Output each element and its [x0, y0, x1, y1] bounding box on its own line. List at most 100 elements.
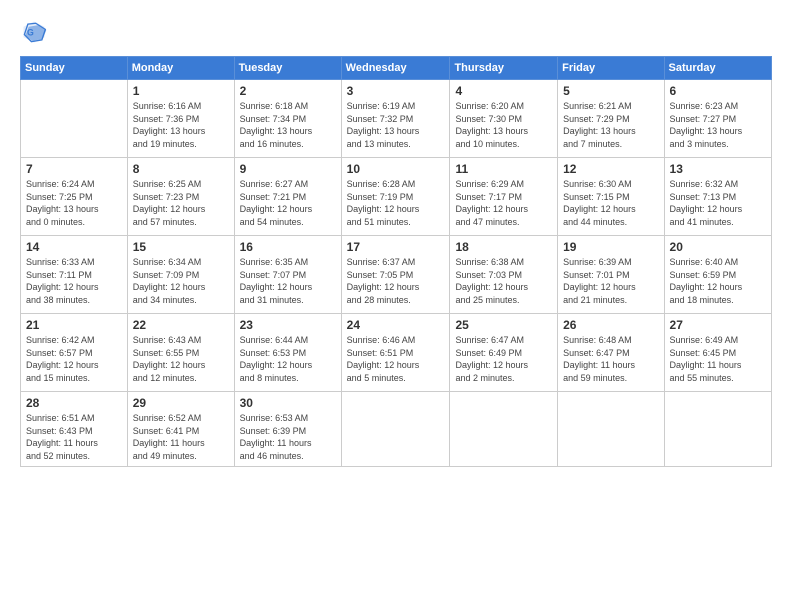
day-info: Sunrise: 6:28 AM Sunset: 7:19 PM Dayligh… [347, 178, 445, 228]
day-cell: 13 Sunrise: 6:32 AM Sunset: 7:13 PM Dayli… [664, 158, 771, 236]
day-info: Sunrise: 6:40 AM Sunset: 6:59 PM Dayligh… [670, 256, 766, 306]
day-cell: 5 Sunrise: 6:21 AM Sunset: 7:29 PM Daylig… [558, 80, 664, 158]
day-number: 24 [347, 318, 445, 332]
day-number: 11 [455, 162, 552, 176]
day-info: Sunrise: 6:52 AM Sunset: 6:41 PM Dayligh… [133, 412, 229, 462]
weekday-header-saturday: Saturday [664, 57, 771, 80]
day-cell: 18Sunrise: 6:38 AM Sunset: 7:03 PM Dayli… [450, 236, 558, 314]
day-number: 7 [26, 162, 122, 176]
day-number: 26 [563, 318, 658, 332]
weekday-header-monday: Monday [127, 57, 234, 80]
day-cell [664, 392, 771, 467]
page: G SundayMondayTuesdayWednesdayThursdayFr… [0, 0, 792, 612]
day-number: 6 [670, 84, 766, 98]
day-info: Sunrise: 6:18 AM Sunset: 7:34 PM Dayligh… [240, 100, 336, 150]
day-number: 20 [670, 240, 766, 254]
day-cell: 11 Sunrise: 6:29 AM Sunset: 7:17 PM Dayli… [450, 158, 558, 236]
day-cell: 15 Sunrise: 6:34 AM Sunset: 7:09 PM Dayli… [127, 236, 234, 314]
day-cell: 29 Sunrise: 6:52 AM Sunset: 6:41 PM Dayli… [127, 392, 234, 467]
day-cell: 17 Sunrise: 6:37 AM Sunset: 7:05 PM Dayli… [341, 236, 450, 314]
day-cell: 22 Sunrise: 6:43 AM Sunset: 6:55 PM Dayli… [127, 314, 234, 392]
day-cell: 10 Sunrise: 6:28 AM Sunset: 7:19 PM Dayli… [341, 158, 450, 236]
day-info: Sunrise: 6:24 AM Sunset: 7:25 PM Dayligh… [26, 178, 122, 228]
weekday-header-row: SundayMondayTuesdayWednesdayThursdayFrid… [21, 57, 772, 80]
day-number: 27 [670, 318, 766, 332]
day-info: Sunrise: 6:25 AM Sunset: 7:23 PM Dayligh… [133, 178, 229, 228]
day-number: 21 [26, 318, 122, 332]
day-cell: 26 Sunrise: 6:48 AM Sunset: 6:47 PM Dayli… [558, 314, 664, 392]
day-number: 19 [563, 240, 658, 254]
day-cell: 7 Sunrise: 6:24 AM Sunset: 7:25 PM Daylig… [21, 158, 128, 236]
day-number: 22 [133, 318, 229, 332]
day-info: Sunrise: 6:20 AM Sunset: 7:30 PM Dayligh… [455, 100, 552, 150]
day-info: Sunrise: 6:51 AM Sunset: 6:43 PM Dayligh… [26, 412, 122, 462]
day-info: Sunrise: 6:49 AM Sunset: 6:45 PM Dayligh… [670, 334, 766, 384]
day-cell [341, 392, 450, 467]
day-cell: 1 Sunrise: 6:16 AM Sunset: 7:36 PM Daylig… [127, 80, 234, 158]
day-info: Sunrise: 6:42 AM Sunset: 6:57 PM Dayligh… [26, 334, 122, 384]
week-row-0: 1 Sunrise: 6:16 AM Sunset: 7:36 PM Daylig… [21, 80, 772, 158]
day-info: Sunrise: 6:19 AM Sunset: 7:32 PM Dayligh… [347, 100, 445, 150]
week-row-2: 14Sunrise: 6:33 AM Sunset: 7:11 PM Dayli… [21, 236, 772, 314]
logo: G [20, 18, 50, 46]
day-info: Sunrise: 6:30 AM Sunset: 7:15 PM Dayligh… [563, 178, 658, 228]
day-cell: 12 Sunrise: 6:30 AM Sunset: 7:15 PM Dayli… [558, 158, 664, 236]
day-info: Sunrise: 6:48 AM Sunset: 6:47 PM Dayligh… [563, 334, 658, 384]
day-cell: 24 Sunrise: 6:46 AM Sunset: 6:51 PM Dayli… [341, 314, 450, 392]
day-info: Sunrise: 6:44 AM Sunset: 6:53 PM Dayligh… [240, 334, 336, 384]
day-number: 28 [26, 396, 122, 410]
day-number: 4 [455, 84, 552, 98]
day-number: 14 [26, 240, 122, 254]
day-number: 18 [455, 240, 552, 254]
day-info: Sunrise: 6:35 AM Sunset: 7:07 PM Dayligh… [240, 256, 336, 306]
day-number: 15 [133, 240, 229, 254]
day-number: 8 [133, 162, 229, 176]
day-number: 2 [240, 84, 336, 98]
day-cell: 23 Sunrise: 6:44 AM Sunset: 6:53 PM Dayli… [234, 314, 341, 392]
day-info: Sunrise: 6:34 AM Sunset: 7:09 PM Dayligh… [133, 256, 229, 306]
day-number: 3 [347, 84, 445, 98]
svg-text:G: G [27, 28, 34, 38]
day-info: Sunrise: 6:16 AM Sunset: 7:36 PM Dayligh… [133, 100, 229, 150]
day-info: Sunrise: 6:47 AM Sunset: 6:49 PM Dayligh… [455, 334, 552, 384]
day-cell: 19 Sunrise: 6:39 AM Sunset: 7:01 PM Dayli… [558, 236, 664, 314]
day-number: 5 [563, 84, 658, 98]
day-info: Sunrise: 6:23 AM Sunset: 7:27 PM Dayligh… [670, 100, 766, 150]
day-cell [558, 392, 664, 467]
day-info: Sunrise: 6:21 AM Sunset: 7:29 PM Dayligh… [563, 100, 658, 150]
weekday-header-friday: Friday [558, 57, 664, 80]
day-number: 10 [347, 162, 445, 176]
day-number: 17 [347, 240, 445, 254]
day-number: 23 [240, 318, 336, 332]
day-number: 12 [563, 162, 658, 176]
header: G [20, 18, 772, 46]
day-cell: 6 Sunrise: 6:23 AM Sunset: 7:27 PM Daylig… [664, 80, 771, 158]
day-info: Sunrise: 6:53 AM Sunset: 6:39 PM Dayligh… [240, 412, 336, 462]
week-row-4: 28 Sunrise: 6:51 AM Sunset: 6:43 PM Dayli… [21, 392, 772, 467]
day-info: Sunrise: 6:37 AM Sunset: 7:05 PM Dayligh… [347, 256, 445, 306]
day-cell [21, 80, 128, 158]
day-cell: 21 Sunrise: 6:42 AM Sunset: 6:57 PM Dayli… [21, 314, 128, 392]
day-cell: 16Sunrise: 6:35 AM Sunset: 7:07 PM Dayli… [234, 236, 341, 314]
day-info: Sunrise: 6:46 AM Sunset: 6:51 PM Dayligh… [347, 334, 445, 384]
day-number: 29 [133, 396, 229, 410]
day-cell: 8 Sunrise: 6:25 AM Sunset: 7:23 PM Daylig… [127, 158, 234, 236]
day-cell: 28 Sunrise: 6:51 AM Sunset: 6:43 PM Dayli… [21, 392, 128, 467]
day-cell: 25Sunrise: 6:47 AM Sunset: 6:49 PM Dayli… [450, 314, 558, 392]
day-number: 1 [133, 84, 229, 98]
day-number: 9 [240, 162, 336, 176]
day-info: Sunrise: 6:32 AM Sunset: 7:13 PM Dayligh… [670, 178, 766, 228]
calendar-table: SundayMondayTuesdayWednesdayThursdayFrid… [20, 56, 772, 467]
day-cell: 27 Sunrise: 6:49 AM Sunset: 6:45 PM Dayli… [664, 314, 771, 392]
day-info: Sunrise: 6:27 AM Sunset: 7:21 PM Dayligh… [240, 178, 336, 228]
day-number: 13 [670, 162, 766, 176]
day-info: Sunrise: 6:43 AM Sunset: 6:55 PM Dayligh… [133, 334, 229, 384]
day-number: 30 [240, 396, 336, 410]
day-cell [450, 392, 558, 467]
logo-icon: G [20, 18, 48, 46]
day-info: Sunrise: 6:29 AM Sunset: 7:17 PM Dayligh… [455, 178, 552, 228]
day-cell: 14Sunrise: 6:33 AM Sunset: 7:11 PM Dayli… [21, 236, 128, 314]
weekday-header-wednesday: Wednesday [341, 57, 450, 80]
day-info: Sunrise: 6:39 AM Sunset: 7:01 PM Dayligh… [563, 256, 658, 306]
day-cell: 20 Sunrise: 6:40 AM Sunset: 6:59 PM Dayli… [664, 236, 771, 314]
